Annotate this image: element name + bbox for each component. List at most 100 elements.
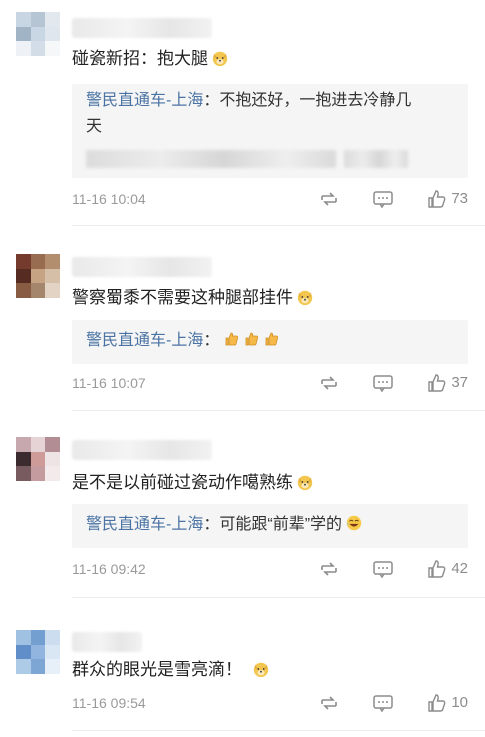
reply-box[interactable]: 警民直通车-上海：不抱还好，一抱进去冷静几 天 bbox=[72, 84, 468, 178]
avatar-mosaic-tile bbox=[45, 41, 60, 56]
thumbs-up-icon bbox=[428, 374, 446, 392]
like-count: 42 bbox=[451, 560, 468, 577]
divider bbox=[72, 597, 485, 598]
comment-meta: 11-16 09:54 10 bbox=[72, 693, 468, 713]
username-blurred[interactable] bbox=[72, 18, 212, 38]
avatar[interactable] bbox=[16, 630, 60, 674]
reply-author-link[interactable]: 警民直通车-上海 bbox=[86, 92, 203, 109]
username-blurred[interactable] bbox=[72, 257, 212, 277]
like-count: 37 bbox=[451, 374, 468, 391]
avatar-mosaic-tile bbox=[30, 26, 46, 42]
divider bbox=[72, 225, 485, 226]
avatar-mosaic-tile bbox=[16, 659, 31, 674]
divider bbox=[72, 730, 485, 731]
reply-text: 不抱还好，一抱进去冷静几 bbox=[219, 92, 412, 109]
username-blurred[interactable] bbox=[72, 632, 142, 652]
repost-icon[interactable] bbox=[318, 559, 340, 579]
comment-text: 是不是以前碰过瓷动作噶熟练 bbox=[72, 471, 314, 495]
repost-icon[interactable] bbox=[318, 189, 340, 209]
reply-author-link[interactable]: 警民直通车-上海 bbox=[86, 332, 203, 349]
doge-emoji bbox=[212, 51, 228, 67]
avatar-mosaic-tile bbox=[45, 268, 60, 284]
avatar[interactable] bbox=[16, 254, 60, 298]
avatar-mosaic-tile bbox=[45, 644, 60, 660]
avatar-mosaic-tile bbox=[16, 268, 31, 284]
comment-meta: 11-16 09:42 42 bbox=[72, 559, 468, 579]
avatar-mosaic-tile bbox=[16, 12, 31, 27]
blurred-reply-content bbox=[344, 150, 408, 168]
avatar-mosaic-tile bbox=[45, 466, 60, 481]
reply-text: 可能跟“前辈”学的 bbox=[219, 516, 343, 533]
avatar-mosaic-tile bbox=[16, 644, 31, 660]
thumbs-up-emoji bbox=[224, 330, 240, 346]
repost-icon[interactable] bbox=[318, 373, 340, 393]
reply-separator: ： bbox=[203, 92, 220, 109]
thumbs-up-emoji bbox=[264, 330, 280, 346]
reply-box[interactable]: 警民直通车-上海：可能跟“前辈”学的 bbox=[72, 504, 468, 548]
avatar-mosaic-tile bbox=[30, 254, 46, 269]
thumbs-up-emoji bbox=[244, 330, 260, 346]
like-button[interactable]: 10 bbox=[427, 693, 468, 713]
comment-icon[interactable] bbox=[372, 559, 394, 579]
blurred-reply-content bbox=[86, 150, 336, 168]
avatar-mosaic-tile bbox=[45, 437, 60, 452]
avatar-mosaic-tile bbox=[30, 630, 46, 645]
comment-text-content: 碰瓷新招：抱大腿 bbox=[72, 49, 208, 68]
username-blurred[interactable] bbox=[72, 440, 212, 460]
comment-time: 11-16 10:04 bbox=[72, 191, 146, 207]
avatar-mosaic-tile bbox=[30, 466, 46, 481]
comment-text-content: 是不是以前碰过瓷动作噶熟练 bbox=[72, 473, 293, 492]
like-count: 73 bbox=[451, 190, 468, 207]
reply-author-link[interactable]: 警民直通车-上海 bbox=[86, 516, 203, 533]
avatar-mosaic-tile bbox=[16, 26, 31, 42]
avatar-mosaic-tile bbox=[16, 283, 31, 298]
reply-separator: ： bbox=[203, 332, 220, 349]
avatar-mosaic-tile bbox=[30, 12, 46, 27]
reply-text-continued: 天 bbox=[86, 118, 103, 135]
comment-icon[interactable] bbox=[372, 189, 394, 209]
avatar-mosaic-tile bbox=[30, 437, 46, 452]
comment-text: 警察蜀黍不需要这种腿部挂件 bbox=[72, 286, 314, 310]
reply-box[interactable]: 警民直通车-上海： bbox=[72, 320, 468, 364]
comment-text: 群众的眼光是雪亮滴！ bbox=[72, 658, 270, 682]
avatar-mosaic-tile bbox=[45, 283, 60, 298]
doge-emoji bbox=[297, 475, 313, 491]
avatar[interactable] bbox=[16, 437, 60, 481]
thumbs-up-icon bbox=[428, 190, 446, 208]
comment-icon[interactable] bbox=[372, 373, 394, 393]
thumbs-up-icon bbox=[428, 560, 446, 578]
avatar-mosaic-tile bbox=[30, 41, 46, 56]
repost-icon[interactable] bbox=[318, 693, 340, 713]
avatar-mosaic-tile bbox=[30, 283, 46, 298]
reply-line: 警民直通车-上海：可能跟“前辈”学的 bbox=[72, 504, 468, 538]
comment-time: 11-16 09:42 bbox=[72, 561, 146, 577]
avatar-mosaic-tile bbox=[16, 41, 31, 56]
avatar[interactable] bbox=[16, 12, 60, 56]
avatar-mosaic-tile bbox=[45, 254, 60, 269]
doge-emoji bbox=[253, 662, 269, 678]
thumbs-up-emoji-group bbox=[219, 332, 283, 349]
comment-text: 碰瓷新招：抱大腿 bbox=[72, 47, 229, 71]
comment-text-content: 群众的眼光是雪亮滴！ bbox=[72, 660, 242, 679]
comment-text-content: 警察蜀黍不需要这种腿部挂件 bbox=[72, 288, 293, 307]
avatar-mosaic-tile bbox=[16, 466, 31, 481]
like-button[interactable]: 42 bbox=[427, 559, 468, 579]
reply-line: 警民直通车-上海：不抱还好，一抱进去冷静几 bbox=[72, 84, 468, 114]
avatar-mosaic-tile bbox=[30, 268, 46, 284]
comment-icon[interactable] bbox=[372, 693, 394, 713]
laugh-emoji bbox=[346, 515, 362, 531]
avatar-mosaic-tile bbox=[16, 630, 31, 645]
like-button[interactable]: 37 bbox=[427, 373, 468, 393]
avatar-mosaic-tile bbox=[45, 659, 60, 674]
avatar-mosaic-tile bbox=[30, 659, 46, 674]
thumbs-up-icon bbox=[428, 694, 446, 712]
avatar-mosaic-tile bbox=[16, 254, 31, 269]
avatar-mosaic-tile bbox=[30, 644, 46, 660]
avatar-mosaic-tile bbox=[45, 26, 60, 42]
like-button[interactable]: 73 bbox=[427, 189, 468, 209]
comment-feed: 碰瓷新招：抱大腿 警民直通车-上海：不抱还好，一抱进去冷静几 天 11-16 1… bbox=[0, 0, 485, 737]
comment-time: 11-16 09:54 bbox=[72, 695, 146, 711]
doge-emoji bbox=[297, 290, 313, 306]
avatar-mosaic-tile bbox=[45, 451, 60, 467]
avatar-mosaic-tile bbox=[16, 437, 31, 452]
